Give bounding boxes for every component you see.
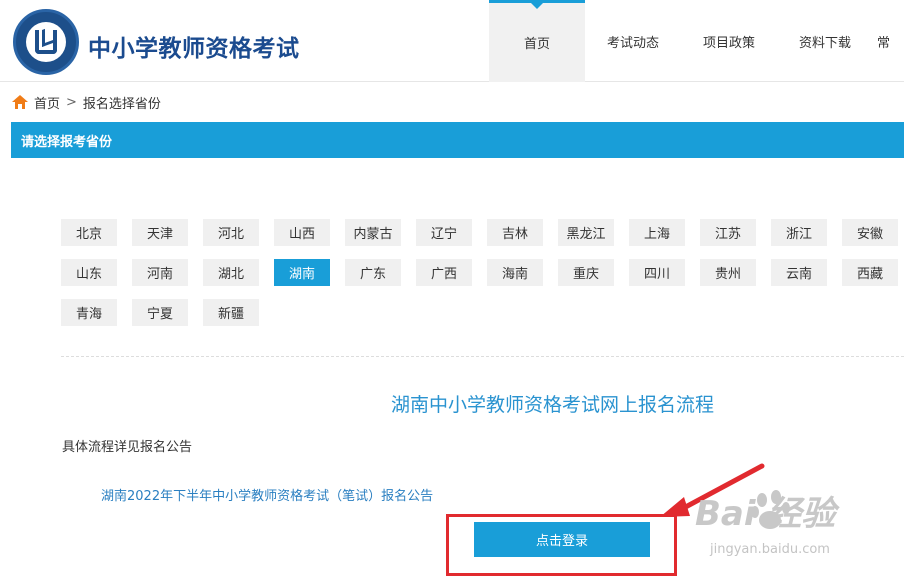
nav-home[interactable]: 首页 — [489, 0, 585, 82]
province-19[interactable]: 重庆 — [558, 259, 614, 286]
section-title: 请选择报考省份 — [21, 134, 113, 150]
nav-exam-news[interactable]: 考试动态 — [585, 0, 681, 82]
province-1[interactable]: 天津 — [132, 219, 188, 246]
province-17[interactable]: 广西 — [416, 259, 472, 286]
home-icon — [12, 95, 28, 109]
province-11[interactable]: 安徽 — [842, 219, 898, 246]
paw-icon — [751, 490, 790, 529]
province-3[interactable]: 山西 — [274, 219, 330, 246]
main-nav: 首页 考试动态 项目政策 资料下载 常 — [489, 0, 893, 82]
notice-link[interactable]: 湖南2022年下半年中小学教师资格考试（笔试）报名公告 — [101, 485, 433, 504]
province-8[interactable]: 上海 — [629, 219, 685, 246]
breadcrumb: 首页 > 报名选择省份 — [12, 93, 161, 112]
nav-faq[interactable]: 常 — [873, 0, 893, 82]
province-5[interactable]: 辽宁 — [416, 219, 472, 246]
site-header: 中小学教师资格考试 首页 考试动态 项目政策 资料下载 常 — [0, 0, 904, 82]
province-16[interactable]: 广东 — [345, 259, 401, 286]
breadcrumb-separator: > — [66, 94, 77, 110]
province-14[interactable]: 湖北 — [203, 259, 259, 286]
breadcrumb-home[interactable]: 首页 — [34, 93, 60, 112]
province-9[interactable]: 江苏 — [700, 219, 756, 246]
book-icon — [35, 30, 57, 54]
province-25[interactable]: 宁夏 — [132, 299, 188, 326]
province-0[interactable]: 北京 — [61, 219, 117, 246]
process-title: 湖南中小学教师资格考试网上报名流程 — [391, 394, 715, 416]
nav-downloads[interactable]: 资料下载 — [777, 0, 873, 82]
province-18[interactable]: 海南 — [487, 259, 543, 286]
province-21[interactable]: 贵州 — [700, 259, 756, 286]
province-12[interactable]: 山东 — [61, 259, 117, 286]
site-logo[interactable] — [13, 9, 79, 75]
dashed-divider — [61, 356, 904, 357]
breadcrumb-current: 报名选择省份 — [82, 96, 161, 112]
province-23[interactable]: 西藏 — [842, 259, 898, 286]
province-20[interactable]: 四川 — [629, 259, 685, 286]
province-22[interactable]: 云南 — [771, 259, 827, 286]
province-7[interactable]: 黑龙江 — [558, 219, 614, 246]
baidu-jingyan-watermark: Bai 经验 jingyan.baidu.com — [690, 482, 900, 572]
province-13[interactable]: 河南 — [132, 259, 188, 286]
province-2[interactable]: 河北 — [203, 219, 259, 246]
province-6[interactable]: 吉林 — [487, 219, 543, 246]
province-24[interactable]: 青海 — [61, 299, 117, 326]
province-26[interactable]: 新疆 — [203, 299, 259, 326]
detail-text: 具体流程详见报名公告 — [62, 440, 193, 455]
logo-emblem — [26, 22, 66, 62]
province-4[interactable]: 内蒙古 — [345, 219, 401, 246]
nav-policy[interactable]: 项目政策 — [681, 0, 777, 82]
site-title[interactable]: 中小学教师资格考试 — [88, 29, 300, 63]
annotation-highlight-box — [446, 514, 677, 576]
province-10[interactable]: 浙江 — [771, 219, 827, 246]
province-15[interactable]: 湖南 — [274, 259, 330, 286]
watermark-sub-text: jingyan.baidu.com — [710, 542, 830, 557]
section-title-bar: 请选择报考省份 — [11, 122, 904, 158]
